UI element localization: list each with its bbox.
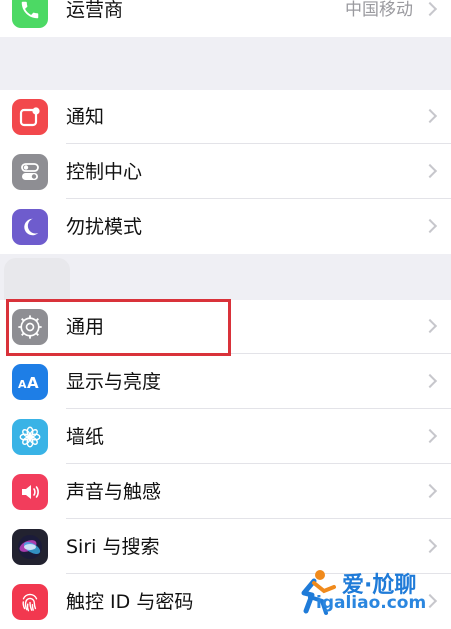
- settings-row-general[interactable]: 通用: [0, 300, 451, 354]
- settings-row-label: 触控 ID 与密码: [66, 591, 194, 613]
- chevron-right-icon: [422, 318, 438, 334]
- settings-row-label: 通知: [66, 106, 105, 128]
- svg-text:A: A: [27, 374, 39, 392]
- wallpaper-flower-icon: [12, 419, 48, 455]
- chevron-right-icon: [422, 108, 438, 124]
- speaker-icon: [12, 474, 48, 510]
- row-separator: [66, 463, 451, 464]
- settings-row-label: 运营商: [66, 0, 124, 21]
- settings-row-label: 墙纸: [66, 426, 105, 448]
- control-center-icon: [12, 154, 48, 190]
- settings-row-do-not-disturb[interactable]: 勿扰模式: [0, 200, 451, 254]
- siri-icon: [12, 529, 48, 565]
- fingerprint-icon: [12, 584, 48, 620]
- display-brightness-icon: AA: [12, 364, 48, 400]
- settings-row-display-brightness[interactable]: AA 显示与亮度: [0, 355, 451, 409]
- chevron-right-icon: [422, 373, 438, 389]
- settings-group-notifications: 通知 控制中心 勿扰模式: [0, 90, 451, 254]
- settings-row-notifications[interactable]: 通知: [0, 90, 451, 144]
- settings-row-label: 通用: [66, 316, 105, 338]
- settings-row-label: 显示与亮度: [66, 371, 162, 393]
- notifications-icon: [12, 99, 48, 135]
- gear-icon: [12, 309, 48, 345]
- watermark-domain: igaliao.com: [316, 593, 427, 613]
- chevron-right-icon: [422, 1, 438, 17]
- chevron-right-icon: [422, 428, 438, 444]
- svg-text:A: A: [18, 378, 27, 391]
- row-separator: [66, 143, 451, 144]
- phone-icon: [12, 0, 48, 28]
- moon-icon: [12, 209, 48, 245]
- watermark: 爱·尬聊 igaliao.com: [290, 565, 445, 617]
- row-separator: [66, 518, 451, 519]
- settings-row-label: 勿扰模式: [66, 216, 143, 238]
- settings-row-label: Siri 与搜索: [66, 536, 160, 558]
- chevron-right-icon: [422, 538, 438, 554]
- row-separator: [66, 198, 451, 199]
- carrier-group: 运营商 中国移动: [0, 0, 451, 37]
- row-separator: [66, 353, 451, 354]
- settings-row-label: 控制中心: [66, 161, 143, 183]
- row-separator: [66, 408, 451, 409]
- chevron-right-icon: [422, 218, 438, 234]
- settings-row-sounds[interactable]: 声音与触感: [0, 465, 451, 519]
- chevron-right-icon: [422, 163, 438, 179]
- settings-row-wallpaper[interactable]: 墙纸: [0, 410, 451, 464]
- carrier-value: 中国移动: [345, 0, 413, 20]
- chevron-right-icon: [422, 483, 438, 499]
- settings-row-control-center[interactable]: 控制中心: [0, 145, 451, 199]
- settings-row-carrier[interactable]: 运营商 中国移动: [0, 0, 451, 37]
- settings-row-label: 声音与触感: [66, 481, 162, 503]
